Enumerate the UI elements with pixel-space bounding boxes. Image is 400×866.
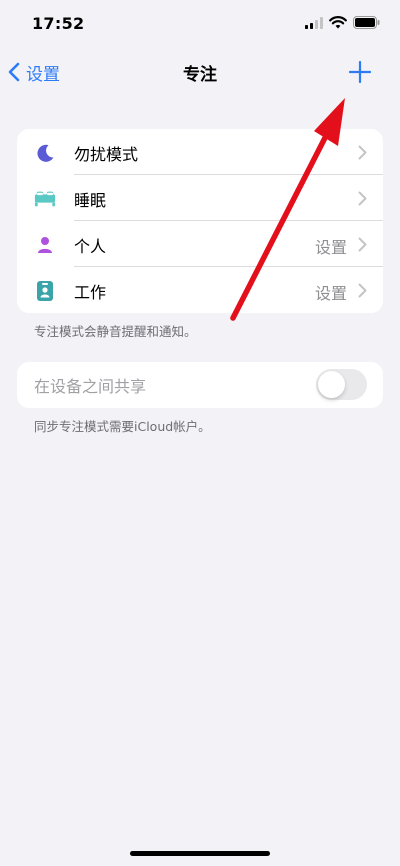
list-item-sleep[interactable]: 睡眠	[17, 175, 383, 221]
navigation-bar: 设置 专注	[0, 52, 400, 92]
share-label: 在设备之间共享	[34, 377, 147, 396]
chevron-right-icon	[358, 283, 367, 298]
moon-icon	[34, 142, 56, 164]
home-indicator	[130, 851, 270, 856]
list-item-label: 勿扰模式	[74, 145, 139, 164]
share-footnote: 同步专注模式需要iCloud帐户。	[34, 419, 211, 434]
share-across-devices-row: 在设备之间共享	[17, 362, 383, 408]
focus-footnote: 专注模式会静音提醒和通知。	[34, 324, 197, 339]
list-item-do-not-disturb[interactable]: 勿扰模式	[17, 129, 383, 175]
plus-icon	[348, 60, 372, 84]
status-time: 17:52	[32, 14, 85, 33]
id-badge-icon	[34, 280, 56, 302]
list-item-detail: 设置	[314, 238, 347, 257]
toggle-knob	[318, 371, 345, 398]
chevron-right-icon	[358, 237, 367, 252]
status-icons	[305, 16, 380, 29]
list-item-label: 个人	[74, 237, 107, 256]
battery-icon	[353, 16, 380, 29]
chevron-right-icon	[358, 191, 367, 206]
bed-icon	[34, 188, 56, 210]
page-title: 专注	[183, 65, 217, 85]
list-item-label: 工作	[74, 283, 107, 302]
chevron-right-icon	[358, 145, 367, 160]
focus-modes-list: 勿扰模式 睡眠 个人 设置 工作 设置	[17, 129, 383, 313]
cellular-signal-icon	[305, 16, 323, 29]
list-item-personal[interactable]: 个人 设置	[17, 221, 383, 267]
list-item-label: 睡眠	[74, 191, 107, 210]
wifi-icon	[329, 16, 347, 29]
list-item-work[interactable]: 工作 设置	[17, 267, 383, 313]
person-icon	[34, 234, 56, 256]
list-item-detail: 设置	[314, 284, 347, 303]
share-toggle[interactable]	[316, 369, 367, 400]
add-focus-button[interactable]	[346, 58, 374, 86]
status-bar: 17:52	[0, 0, 400, 50]
